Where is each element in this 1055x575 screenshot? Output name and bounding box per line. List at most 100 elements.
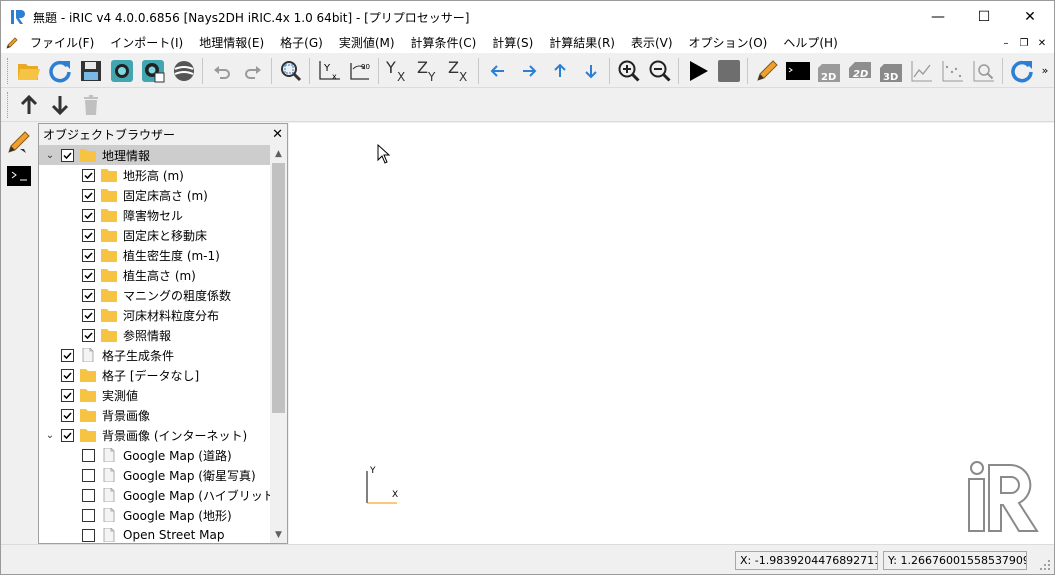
tree-item[interactable]: 背景画像: [39, 405, 271, 425]
visibility-checkbox[interactable]: [61, 388, 74, 402]
menu-measured[interactable]: 実測値(M): [331, 33, 403, 53]
visibility-checkbox[interactable]: [82, 508, 95, 522]
tree-item[interactable]: 地形高 (m): [39, 165, 271, 185]
refresh-icon[interactable]: [1006, 56, 1037, 86]
view-2d-icon[interactable]: 2D: [813, 56, 844, 86]
zoom-out-icon[interactable]: [644, 56, 675, 86]
visibility-checkbox[interactable]: [82, 268, 95, 282]
visibility-checkbox[interactable]: [82, 248, 95, 262]
open-folder-icon[interactable]: [13, 56, 44, 86]
visibility-checkbox[interactable]: [82, 288, 95, 302]
toolbar-grip[interactable]: [7, 57, 10, 84]
tree-item[interactable]: Open Street Map: [39, 525, 271, 543]
edit-pencil-icon[interactable]: [4, 127, 34, 157]
expand-chevron-icon[interactable]: ⌄: [43, 430, 57, 441]
tree-item[interactable]: ⌄ 背景画像 (インターネット): [39, 425, 271, 445]
visibility-checkbox[interactable]: [82, 448, 95, 462]
view-zx-icon[interactable]: ZX: [444, 56, 475, 86]
tree-item[interactable]: マニングの粗度係数: [39, 285, 271, 305]
redo-icon[interactable]: [237, 56, 268, 86]
move-up-icon[interactable]: [13, 90, 44, 120]
undo-icon[interactable]: [206, 56, 237, 86]
move-down-icon[interactable]: [44, 90, 75, 120]
tree-item[interactable]: Google Map (ハイブリッド): [39, 485, 271, 505]
tree-item[interactable]: Google Map (道路): [39, 445, 271, 465]
visibility-checkbox[interactable]: [82, 168, 95, 182]
object-browser-close-button[interactable]: ✕: [272, 127, 283, 142]
reload-icon[interactable]: [44, 56, 75, 86]
scatter-icon[interactable]: [937, 56, 968, 86]
tree-item[interactable]: 障害物セル: [39, 205, 271, 225]
arrow-down-icon[interactable]: [575, 56, 606, 86]
menu-import[interactable]: インポート(I): [102, 33, 191, 53]
arrow-up-icon[interactable]: [544, 56, 575, 86]
tree-item[interactable]: 植生高さ (m): [39, 265, 271, 285]
visibility-checkbox[interactable]: [61, 148, 74, 162]
mdi-pencil-icon[interactable]: [2, 33, 22, 53]
object-tree-scrollbar[interactable]: ▲ ▼: [270, 145, 287, 543]
view-yx-icon[interactable]: YX: [382, 56, 413, 86]
delete-icon[interactable]: [75, 90, 106, 120]
menu-option[interactable]: オプション(O): [681, 33, 776, 53]
tree-item[interactable]: 実測値: [39, 385, 271, 405]
expand-chevron-icon[interactable]: ⌄: [43, 150, 57, 161]
menu-file[interactable]: ファイル(F): [22, 33, 102, 53]
tree-item[interactable]: 格子 [データなし]: [39, 365, 271, 385]
view-3d-icon[interactable]: 3D: [875, 56, 906, 86]
visibility-checkbox[interactable]: [61, 408, 74, 422]
google-earth-icon[interactable]: [168, 56, 199, 86]
menu-calc-condition[interactable]: 計算条件(C): [403, 33, 485, 53]
pencil-icon[interactable]: [751, 56, 782, 86]
tree-item[interactable]: 固定床高さ (m): [39, 185, 271, 205]
visibility-checkbox[interactable]: [82, 308, 95, 322]
menu-view[interactable]: 表示(V): [623, 33, 681, 53]
toolbar-grip[interactable]: [7, 92, 10, 118]
rotate-90-icon[interactable]: 90: [344, 56, 375, 86]
close-button[interactable]: ✕: [1007, 1, 1053, 33]
view-zy-icon[interactable]: ZY: [413, 56, 444, 86]
menu-help[interactable]: ヘルプ(H): [775, 33, 845, 53]
console-icon[interactable]: [782, 56, 813, 86]
visibility-checkbox[interactable]: [82, 228, 95, 242]
snapshot-icon[interactable]: [106, 56, 137, 86]
mdi-restore-button[interactable]: ❐: [1016, 35, 1032, 51]
tree-item[interactable]: 参照情報: [39, 325, 271, 345]
run-icon[interactable]: [682, 56, 713, 86]
arrow-left-icon[interactable]: [482, 56, 513, 86]
fit-icon[interactable]: [275, 56, 306, 86]
mdi-minimize-button[interactable]: –: [998, 35, 1014, 51]
visibility-checkbox[interactable]: [82, 528, 95, 542]
tree-item[interactable]: ⌄ 地理情報: [39, 145, 271, 165]
tree-item[interactable]: Google Map (衛星写真): [39, 465, 271, 485]
toolbar-overflow-button[interactable]: »: [1037, 56, 1053, 86]
stop-icon[interactable]: [713, 56, 744, 86]
tree-item[interactable]: 格子生成条件: [39, 345, 271, 365]
probe-icon[interactable]: [968, 56, 999, 86]
save-icon[interactable]: [75, 56, 106, 86]
visibility-checkbox[interactable]: [61, 368, 74, 382]
zoom-in-icon[interactable]: [613, 56, 644, 86]
tree-item[interactable]: Google Map (地形): [39, 505, 271, 525]
snapshot-movie-icon[interactable]: [137, 56, 168, 86]
scroll-down-icon[interactable]: ▼: [270, 526, 287, 543]
arrow-right-icon[interactable]: [513, 56, 544, 86]
mdi-close-button[interactable]: ✕: [1034, 35, 1050, 51]
tree-item[interactable]: 植生密生度 (m-1): [39, 245, 271, 265]
menu-results[interactable]: 計算結果(R): [541, 33, 623, 53]
menu-geodata[interactable]: 地理情報(E): [191, 33, 272, 53]
maximize-button[interactable]: ☐: [961, 1, 1007, 33]
visibility-checkbox[interactable]: [82, 208, 95, 222]
tree-item[interactable]: 固定床と移動床: [39, 225, 271, 245]
menu-grid[interactable]: 格子(G): [272, 33, 331, 53]
visibility-checkbox[interactable]: [82, 488, 95, 502]
scroll-thumb[interactable]: [272, 163, 285, 413]
visibility-checkbox[interactable]: [61, 348, 74, 362]
visibility-checkbox[interactable]: [82, 468, 95, 482]
axis-xy-icon[interactable]: Yx: [313, 56, 344, 86]
console-window-icon[interactable]: [4, 161, 34, 191]
visibility-checkbox[interactable]: [82, 328, 95, 342]
tree-item[interactable]: 河床材料粒度分布: [39, 305, 271, 325]
scroll-up-icon[interactable]: ▲: [270, 145, 287, 162]
menu-simulation[interactable]: 計算(S): [484, 33, 541, 53]
graph-icon[interactable]: [906, 56, 937, 86]
